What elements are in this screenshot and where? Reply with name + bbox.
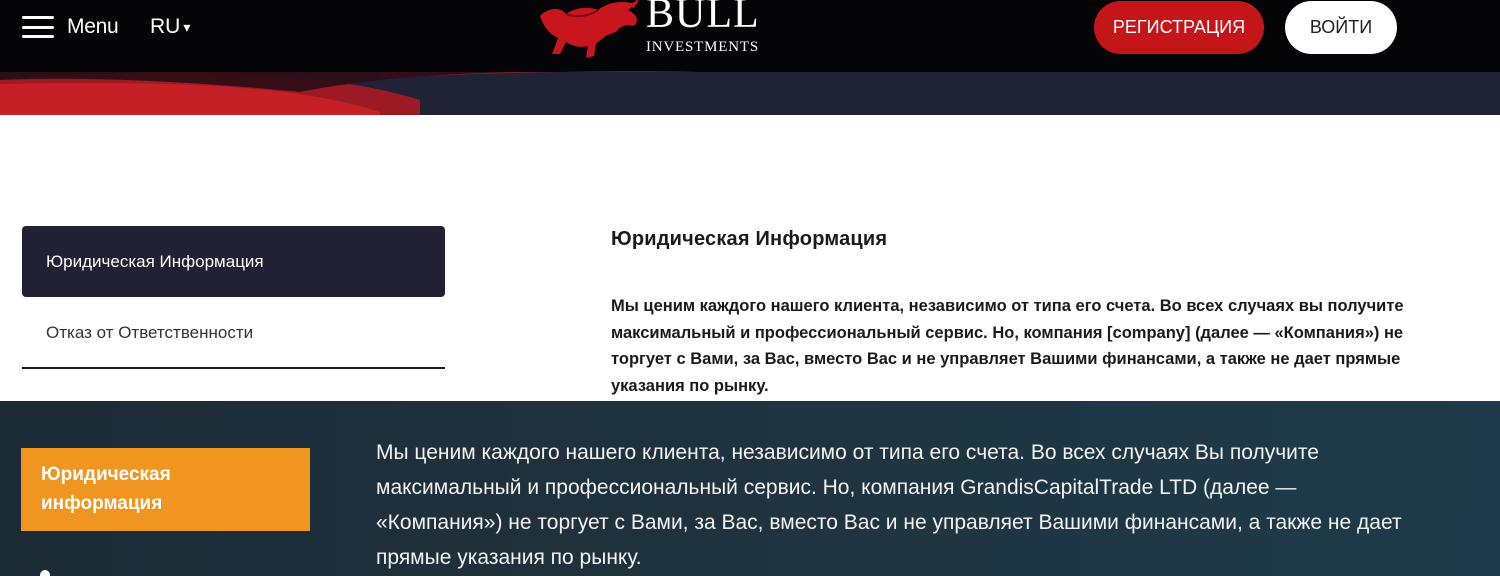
- sidebar-bullet-icon: [40, 570, 50, 576]
- sidebar-item-legal-info-alt[interactable]: Юридическая информация: [21, 448, 310, 531]
- sidebar-item-label: Юридическая Информация: [46, 251, 264, 271]
- logo-subtext: INVESTMENTS: [646, 39, 759, 55]
- sidebar-item-label: Отказ от Ответственности: [46, 322, 254, 342]
- bull-icon: [540, 0, 639, 58]
- page-title: Юридическая Информация: [611, 228, 888, 250]
- menu-label: Menu: [67, 15, 119, 38]
- legal-paragraph-alt: Мы ценим каждого нашего клиента, независ…: [376, 441, 1402, 569]
- sidebar-item-label: Юридическая информация: [41, 464, 171, 514]
- caret-down-icon: ▾: [183, 18, 191, 35]
- comparison-screen: Юридическая информация Мы ценим каждого …: [0, 401, 1500, 576]
- sidebar-item-disclaimer[interactable]: Отказ от Ответственности: [22, 298, 445, 369]
- bull-investments-logo[interactable]: BULL INVESTMENTS: [536, 0, 776, 60]
- language-value: RU: [150, 15, 181, 38]
- register-button[interactable]: РЕГИСТРАЦИЯ: [1094, 1, 1264, 54]
- logo-text: BULL: [646, 0, 760, 37]
- login-button[interactable]: ВОЙТИ: [1285, 1, 1397, 54]
- site-header: Menu RU ▾ BULL INVESTMENTS РЕГИСТРАЦИЯ В…: [0, 0, 1500, 115]
- menu-button[interactable]: Menu: [22, 12, 119, 42]
- language-select[interactable]: RU ▾: [150, 12, 190, 42]
- legal-paragraph: Мы ценим каждого нашего клиента, независ…: [611, 297, 1404, 395]
- sidebar-item-legal-info[interactable]: Юридическая Информация: [22, 226, 445, 297]
- hamburger-icon: [22, 16, 54, 38]
